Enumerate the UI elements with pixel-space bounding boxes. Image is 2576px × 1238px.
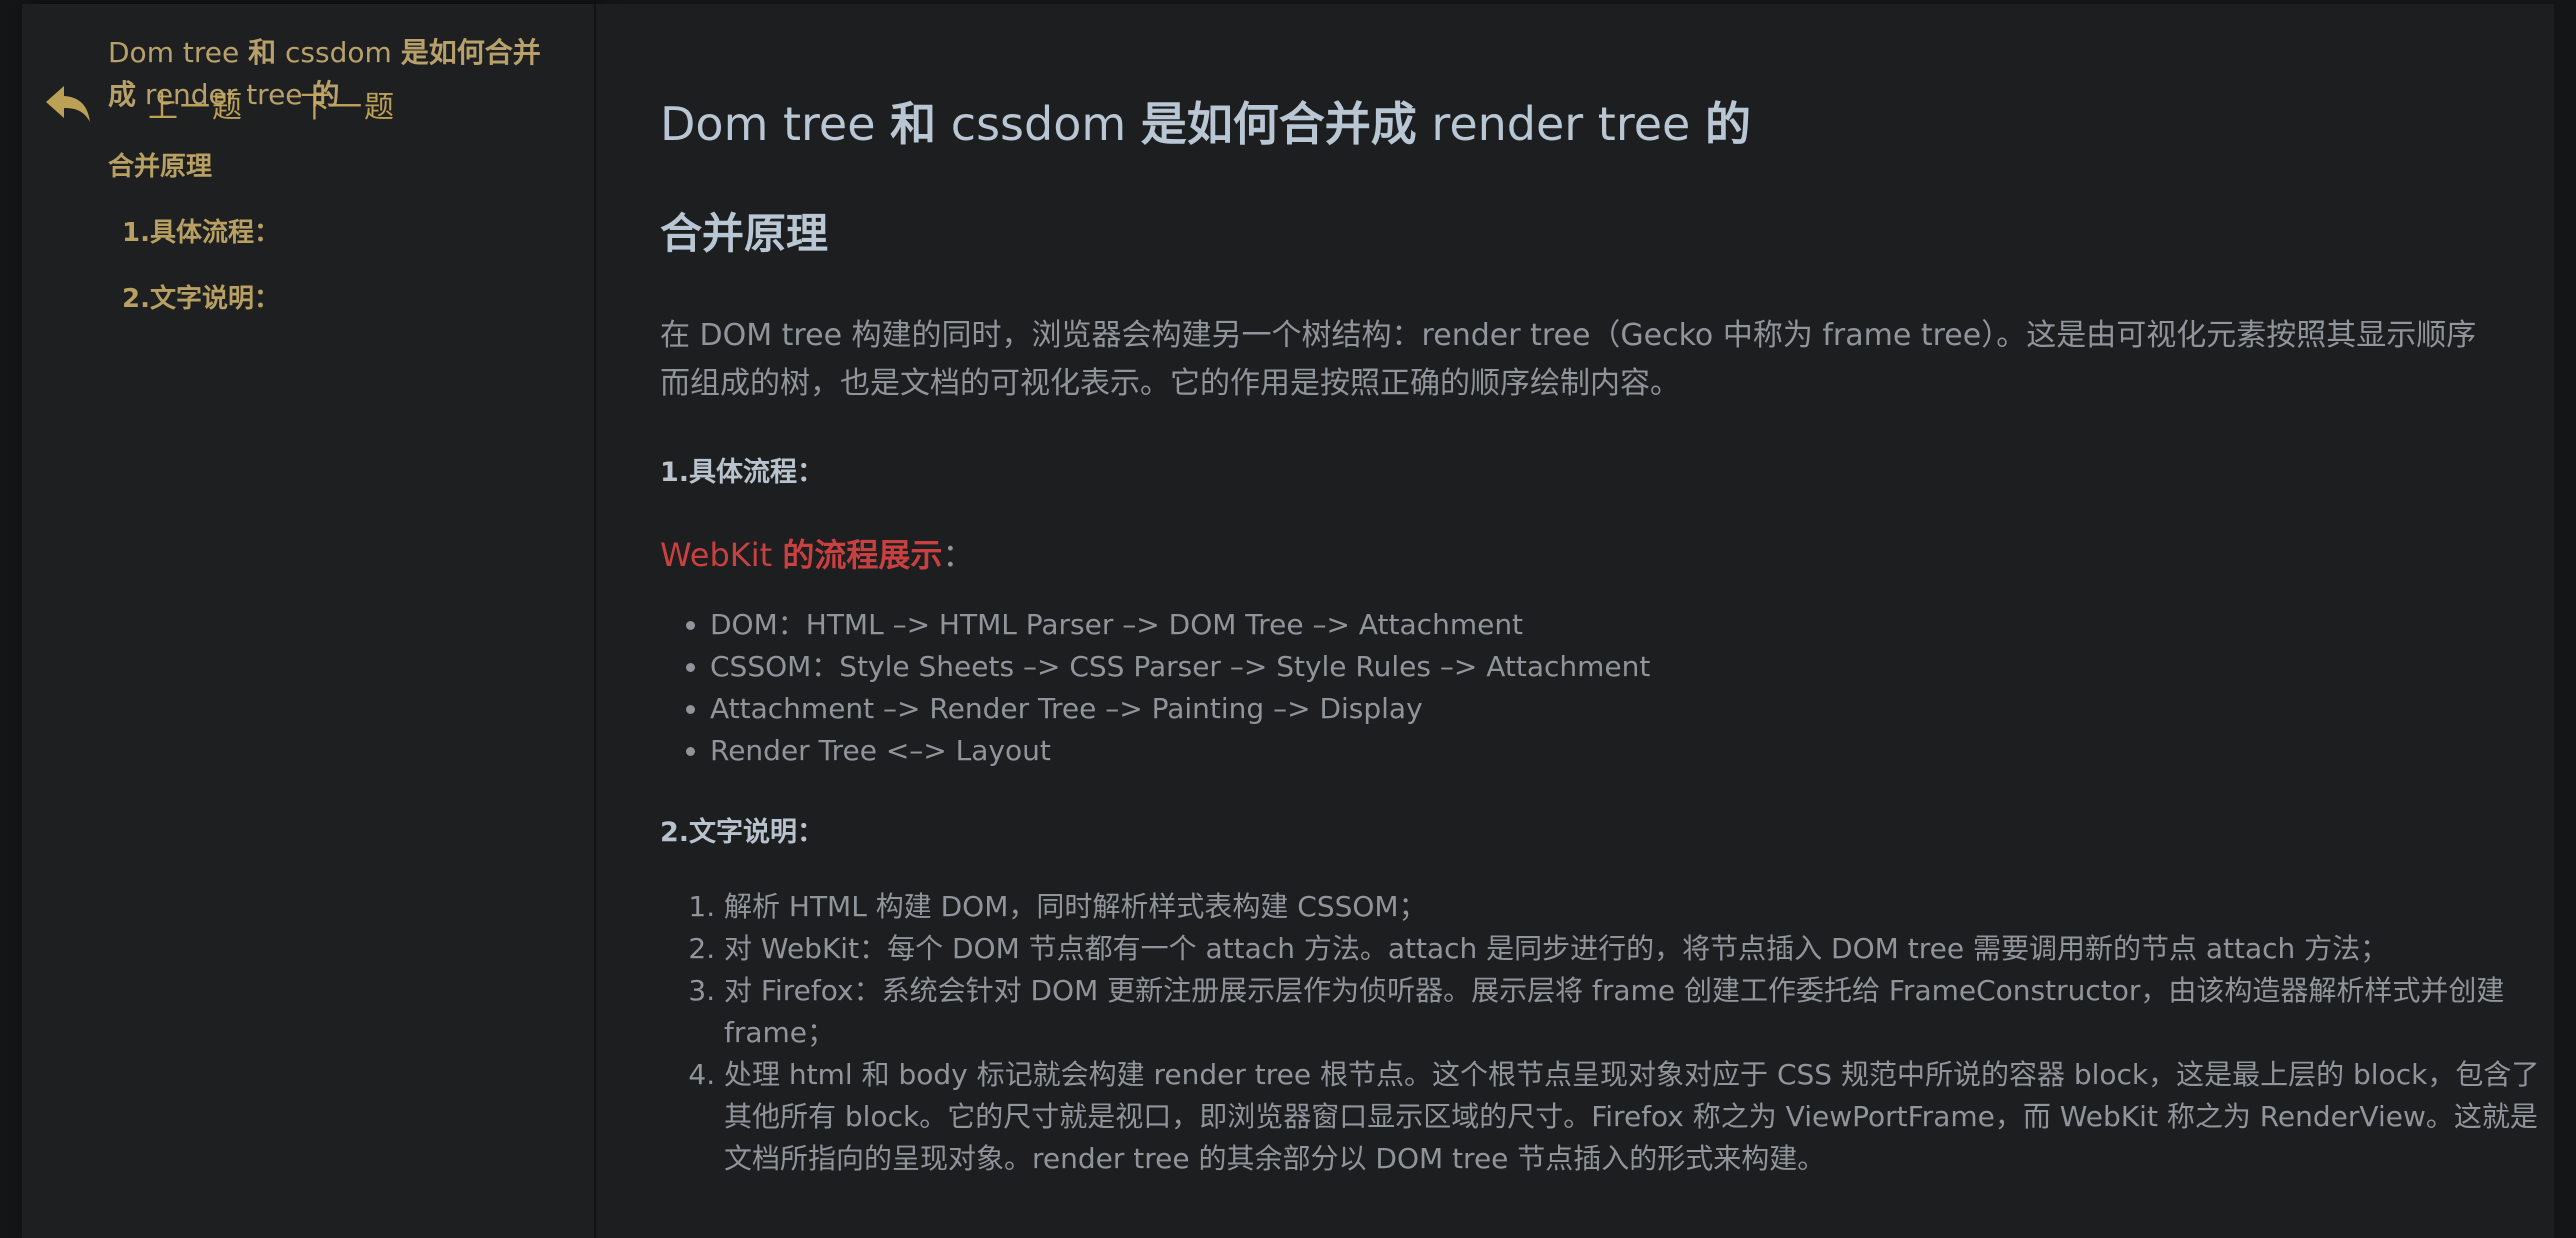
list-item: 对 WebKit：每个 DOM 节点都有一个 attach 方法。attach … (724, 928, 2542, 970)
article-title-part: 的 (1704, 97, 1751, 151)
sidebar-title-part: cssdom (276, 36, 401, 69)
sidebar-title-part: 和 (248, 36, 277, 69)
list-item: CSSOM：Style Sheets –> CSS Parser –> Styl… (710, 646, 1650, 688)
article-title: Dom tree 和 cssdom 是如何合并成 render tree 的 (660, 88, 1751, 154)
article-title-part: cssdom (936, 97, 1141, 151)
sidebar-title-part: Dom tree (108, 36, 249, 69)
list-item: 解析 HTML 构建 DOM，同时解析样式表构建 CSSOM； (724, 886, 2542, 928)
webkit-bold: 的流程展示 (782, 536, 943, 574)
next-question-link[interactable]: 下一题 (300, 82, 396, 126)
toc-item-flow[interactable]: 1.具体流程： (122, 212, 280, 249)
prev-question-link[interactable]: 上一题 (148, 82, 244, 126)
section-heading: 合并原理 (660, 209, 829, 258)
toc-item-description[interactable]: 2.文字说明： (122, 278, 280, 315)
toc-item-merge-principle[interactable]: 合并原理 (108, 146, 212, 183)
webkit-flow-label: WebKit 的流程展示： (660, 530, 974, 576)
reply-arrow-icon[interactable] (42, 82, 96, 126)
article-content: Dom tree 和 cssdom 是如何合并成 render tree 的 合… (596, 4, 2554, 1238)
article-title-part: Dom tree (660, 97, 891, 151)
webkit-suffix: ： (942, 536, 975, 574)
app-frame: Dom tree 和 cssdom 是如何合并成 render tree 的 上… (0, 0, 2576, 1238)
list-item: Attachment –> Render Tree –> Painting –>… (710, 688, 1650, 730)
intro-paragraph: 在 DOM tree 构建的同时，浏览器会构建另一个树结构：render tre… (660, 318, 2477, 401)
flow-steps-list: DOM：HTML –> HTML Parser –> DOM Tree –> A… (660, 604, 1650, 772)
list-item: 处理 html 和 body 标记就会构建 render tree 根节点。这个… (724, 1054, 2542, 1180)
list-item: Render Tree <–> Layout (710, 730, 1650, 772)
flow-heading: 1.具体流程： (660, 457, 825, 488)
list-item: 对 Firefox：系统会针对 DOM 更新注册展示层作为侦听器。展示层将 fr… (724, 970, 2542, 1054)
list-item: DOM：HTML –> HTML Parser –> DOM Tree –> A… (710, 604, 1650, 646)
sidebar: Dom tree 和 cssdom 是如何合并成 render tree 的 上… (22, 4, 596, 1238)
description-list: 解析 HTML 构建 DOM，同时解析样式表构建 CSSOM； 对 WebKit… (660, 886, 2542, 1180)
article-title-part: 和 (890, 97, 937, 151)
article-title-part: render tree (1416, 97, 1705, 151)
article-title-part: 是如何合并成 (1140, 97, 1417, 151)
webkit-prefix: WebKit (660, 536, 783, 574)
prev-next-nav: 上一题 下一题 (42, 82, 396, 126)
description-heading: 2.文字说明： (660, 817, 825, 848)
